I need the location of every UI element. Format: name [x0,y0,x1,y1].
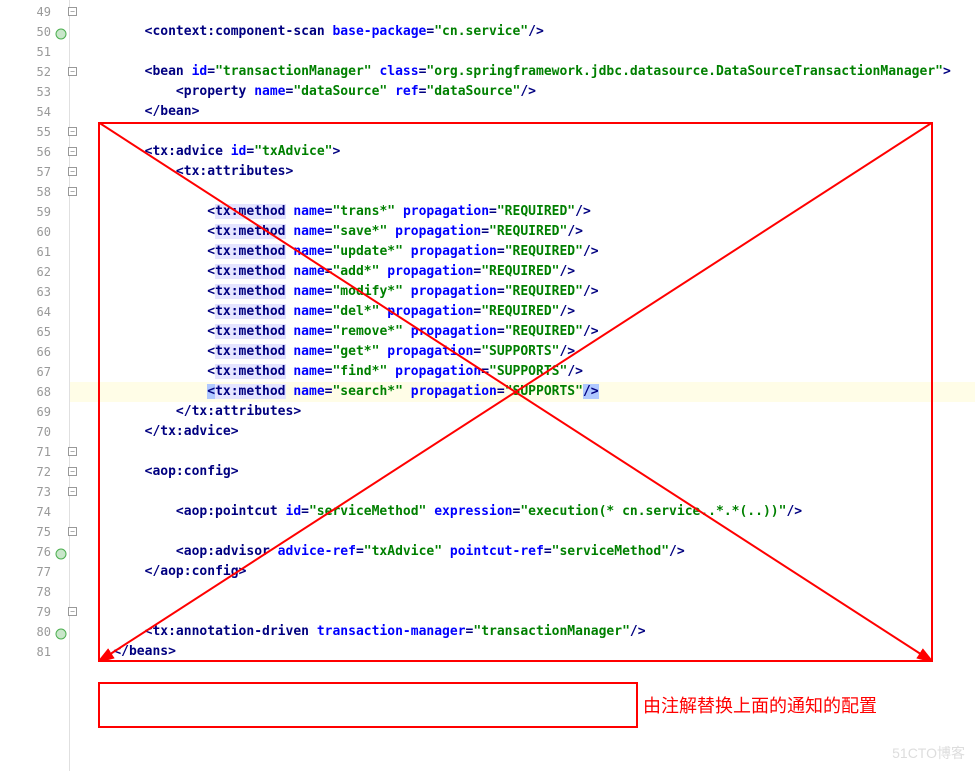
line-number: 81 [0,642,69,662]
line-number: 68 [0,382,69,402]
bean-icon [55,626,67,638]
code-line[interactable] [70,482,975,502]
line-number: 69 [0,402,69,422]
line-number: 76 [0,542,69,562]
line-number: 80 [0,622,69,642]
code-line[interactable]: </bean> [70,102,975,122]
code-line[interactable]: <aop:config> [70,462,975,482]
fold-toggle[interactable]: − [68,167,77,176]
line-number: 74 [0,502,69,522]
fold-toggle[interactable]: − [68,467,77,476]
code-line[interactable]: <tx:method name="trans*" propagation="RE… [70,202,975,222]
line-number: 79 [0,602,69,622]
line-number: 78 [0,582,69,602]
fold-toggle[interactable]: − [68,147,77,156]
code-line[interactable]: </tx:attributes> [70,402,975,422]
fold-toggle[interactable]: − [68,127,77,136]
line-number: 65 [0,322,69,342]
code-line[interactable]: <aop:pointcut id="serviceMethod" express… [70,502,975,522]
line-number: 71 [0,442,69,462]
code-line[interactable]: <property name="dataSource" ref="dataSou… [70,82,975,102]
fold-toggle[interactable]: − [68,7,77,16]
bean-icon [55,546,67,558]
line-number: 62 [0,262,69,282]
code-line[interactable]: </tx:advice> [70,422,975,442]
code-line[interactable]: <tx:method name="update*" propagation="R… [70,242,975,262]
line-number: 67 [0,362,69,382]
line-number: 51 [0,42,69,62]
code-line[interactable]: <tx:method name="add*" propagation="REQU… [70,262,975,282]
line-number: 72 [0,462,69,482]
code-line[interactable]: <context:component-scan base-package="cn… [70,22,975,42]
line-gutter: 4950515253545556575859606162636465666768… [0,0,70,771]
fold-column[interactable]: − − − − − − − − − − − [68,0,80,771]
line-number: 75 [0,522,69,542]
line-number: 73 [0,482,69,502]
code-line[interactable] [70,182,975,202]
code-line[interactable] [70,602,975,622]
code-line[interactable] [70,582,975,602]
line-number: 50 [0,22,69,42]
code-editor[interactable]: 4950515253545556575859606162636465666768… [0,0,975,771]
code-line[interactable]: <tx:method name="modify*" propagation="R… [70,282,975,302]
fold-toggle[interactable]: − [68,447,77,456]
code-line[interactable]: <tx:method name="del*" propagation="REQU… [70,302,975,322]
line-number: 59 [0,202,69,222]
code-line[interactable]: <bean id="transactionManager" class="org… [70,62,975,82]
line-number: 63 [0,282,69,302]
code-line[interactable]: <aop:advisor advice-ref="txAdvice" point… [70,542,975,562]
line-number: 61 [0,242,69,262]
watermark: 51CTO博客 [892,743,965,763]
line-number: 54 [0,102,69,122]
annotation-text: 由注解替换上面的通知的配置 [643,692,877,718]
code-line[interactable]: <tx:attributes> [70,162,975,182]
line-number: 66 [0,342,69,362]
code-line[interactable]: <tx:method name="save*" propagation="REQ… [70,222,975,242]
code-line[interactable] [70,522,975,542]
line-number: 52 [0,62,69,82]
code-line[interactable] [70,442,975,462]
line-number: 58 [0,182,69,202]
code-line[interactable] [70,2,975,22]
line-number: 60 [0,222,69,242]
fold-toggle[interactable]: − [68,67,77,76]
fold-toggle[interactable]: − [68,607,77,616]
line-number: 57 [0,162,69,182]
line-number: 55 [0,122,69,142]
code-line[interactable]: <tx:annotation-driven transaction-manage… [70,622,975,642]
line-number: 56 [0,142,69,162]
line-number: 49 [0,2,69,22]
fold-toggle[interactable]: − [68,487,77,496]
code-line[interactable]: <tx:advice id="txAdvice"> [70,142,975,162]
bean-icon [55,26,67,38]
fold-toggle[interactable]: − [68,187,77,196]
line-number: 70 [0,422,69,442]
code-line[interactable]: <tx:method name="find*" propagation="SUP… [70,362,975,382]
code-line[interactable] [70,122,975,142]
code-line[interactable]: </aop:config> [70,562,975,582]
code-content[interactable]: − − − − − − − − − − − <context:component-scan base… [70,0,975,771]
code-line[interactable]: </beans> [70,642,975,662]
code-line[interactable]: <tx:method name="search*" propagation="S… [70,382,975,402]
fold-toggle[interactable]: − [68,527,77,536]
code-line[interactable]: <tx:method name="get*" propagation="SUPP… [70,342,975,362]
code-line[interactable] [70,42,975,62]
line-number: 53 [0,82,69,102]
line-number: 64 [0,302,69,322]
line-number: 77 [0,562,69,582]
code-line[interactable]: <tx:method name="remove*" propagation="R… [70,322,975,342]
